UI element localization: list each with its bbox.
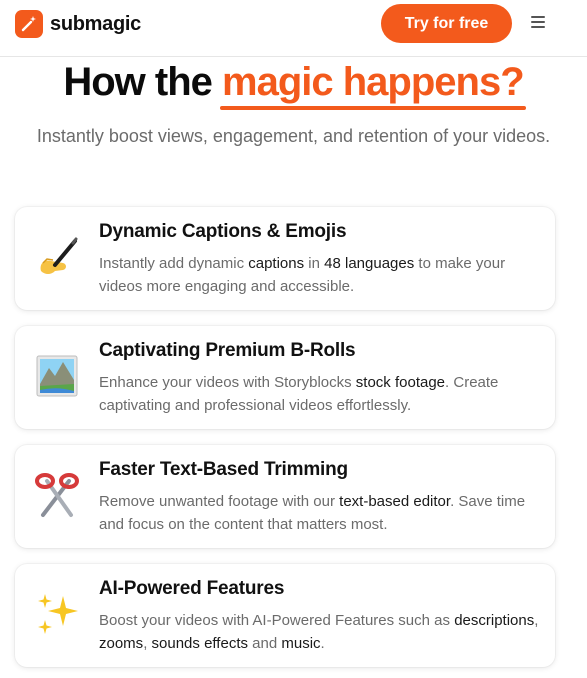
wand-logo-icon bbox=[15, 10, 43, 38]
feature-description: Enhance your videos with Storyblocks sto… bbox=[99, 374, 499, 414]
feature-card-captions: Dynamic Captions & Emojis Instantly add … bbox=[15, 207, 555, 310]
feature-title: Captivating Premium B-Rolls bbox=[99, 340, 356, 361]
feature-card-ai: AI-Powered Features Boost your videos wi… bbox=[15, 564, 555, 667]
submagic-logo[interactable]: submagic bbox=[15, 10, 141, 38]
feature-description: Remove unwanted footage with our text-ba… bbox=[99, 493, 526, 533]
feature-title: AI-Powered Features bbox=[99, 578, 285, 599]
hamburger-menu-icon[interactable] bbox=[531, 16, 545, 30]
feature-title: Faster Text-Based Trimming bbox=[99, 459, 348, 480]
feature-description: Instantly add dynamic captions in 48 lan… bbox=[99, 255, 506, 295]
writing-hand-icon bbox=[29, 229, 85, 285]
feature-card-trimming: Faster Text-Based Trimming Remove unwant… bbox=[15, 445, 555, 548]
top-nav-bar: submagic Try for free bbox=[0, 0, 587, 57]
hero-title: How the magic happens? bbox=[0, 58, 587, 110]
scissors-icon bbox=[29, 467, 85, 523]
feature-title: Dynamic Captions & Emojis bbox=[99, 221, 347, 242]
feature-card-brolls: Captivating Premium B-Rolls Enhance your… bbox=[15, 326, 555, 429]
hero-subtitle: Instantly boost views, engagement, and r… bbox=[36, 126, 551, 146]
hero-title-accent: magic happens? bbox=[220, 60, 526, 110]
landscape-picture-icon bbox=[29, 348, 85, 404]
try-for-free-button[interactable]: Try for free bbox=[381, 4, 512, 43]
hero-title-prefix: How the bbox=[63, 60, 223, 104]
logo-text: submagic bbox=[50, 12, 141, 35]
sparkles-icon bbox=[29, 586, 85, 642]
feature-description: Boost your videos with AI-Powered Featur… bbox=[99, 612, 539, 652]
